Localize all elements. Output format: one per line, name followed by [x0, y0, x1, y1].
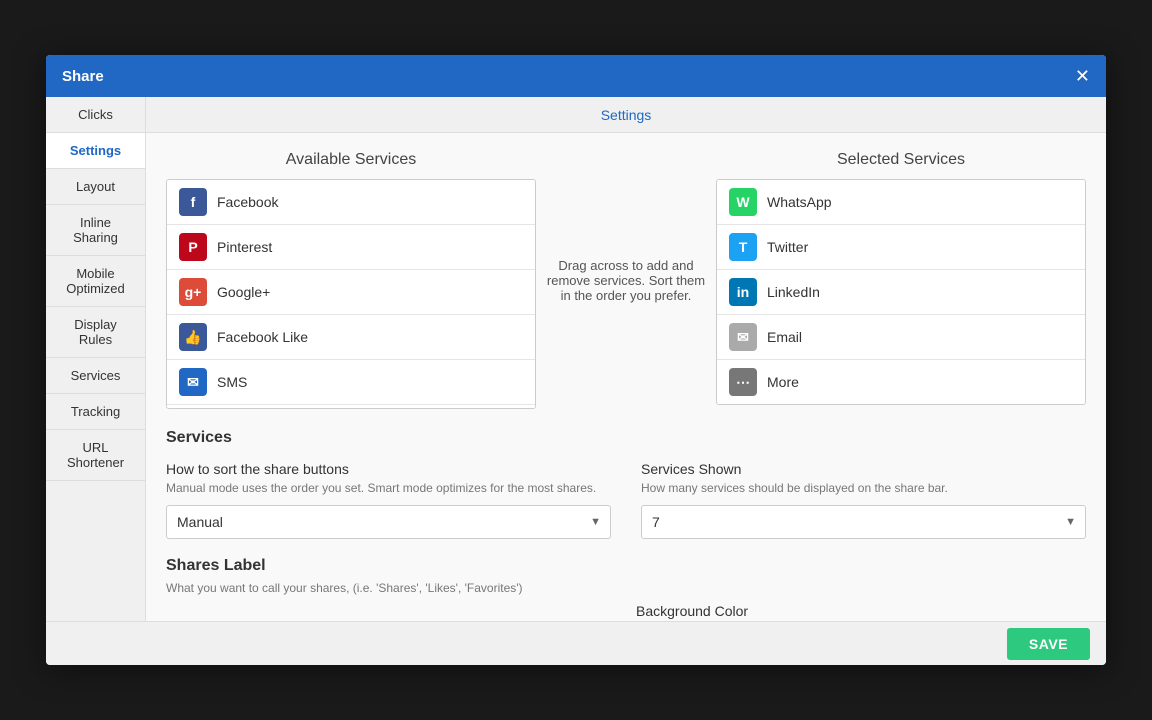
- bg-color-label: Background Color: [636, 603, 1086, 619]
- service-name-sel-linkedin: LinkedIn: [767, 284, 820, 300]
- service-icon-google: g+: [179, 278, 207, 306]
- selected-item-email[interactable]: ✉ Email: [717, 315, 1085, 360]
- services-section: Services How to sort the share buttons M…: [166, 429, 1086, 539]
- selected-list-wrapper: W WhatsApp T Twitter in LinkedIn ✉ Email…: [716, 179, 1086, 405]
- shown-label: Services Shown: [641, 461, 1086, 477]
- sidebar-item-layout[interactable]: Layout: [46, 169, 145, 205]
- modal-footer: SAVE: [46, 621, 1106, 665]
- shares-label-title: Shares Label: [166, 557, 1086, 575]
- service-name-sel-whatsapp: WhatsApp: [767, 194, 832, 210]
- sidebar-item-services[interactable]: Services: [46, 358, 145, 394]
- bg-color-group: Background Color: [636, 603, 1086, 621]
- available-list-wrapper: f Facebook P Pinterest g+ Google+ 👍 Face…: [166, 179, 536, 409]
- sidebar-item-clicks[interactable]: Clicks: [46, 97, 145, 133]
- share-modal: Share ✕ ClicksSettingsLayoutInline Shari…: [46, 55, 1106, 665]
- shown-field-group: Services Shown How many services should …: [641, 461, 1086, 539]
- modal-title: Share: [62, 68, 104, 85]
- available-services-col: Available Services f Facebook P Pinteres…: [166, 151, 536, 409]
- sort-label: How to sort the share buttons: [166, 461, 611, 477]
- service-name-pinterest: Pinterest: [217, 239, 272, 255]
- service-icon-sms: ✉: [179, 368, 207, 396]
- service-name-sel-more: More: [767, 374, 799, 390]
- available-item-pinterest[interactable]: P Pinterest: [167, 225, 535, 270]
- main-content: Settings Available Services f Facebook P…: [146, 97, 1106, 621]
- services-options-row: How to sort the share buttons Manual mod…: [166, 461, 1086, 539]
- service-icon-sel-whatsapp: W: [729, 188, 757, 216]
- sidebar-item-tracking[interactable]: Tracking: [46, 394, 145, 430]
- service-name-sel-email: Email: [767, 329, 802, 345]
- available-item-google[interactable]: g+ Google+: [167, 270, 535, 315]
- selected-services-heading: Selected Services: [837, 151, 965, 169]
- shown-select[interactable]: 5 6 7 8 9 10: [641, 505, 1086, 539]
- service-icon-sel-linkedin: in: [729, 278, 757, 306]
- selected-item-linkedin[interactable]: in LinkedIn: [717, 270, 1085, 315]
- available-services-heading: Available Services: [286, 151, 416, 169]
- service-name-google: Google+: [217, 284, 270, 300]
- sort-select-wrapper: Manual Smart ▼: [166, 505, 611, 539]
- content-area: Available Services f Facebook P Pinteres…: [146, 133, 1106, 621]
- selected-service-list[interactable]: W WhatsApp T Twitter in LinkedIn ✉ Email…: [716, 179, 1086, 405]
- close-button[interactable]: ✕: [1075, 67, 1090, 85]
- save-button[interactable]: SAVE: [1007, 628, 1090, 660]
- service-icon-facebook: f: [179, 188, 207, 216]
- sort-sublabel: Manual mode uses the order you set. Smar…: [166, 481, 611, 495]
- selected-item-whatsapp[interactable]: W WhatsApp: [717, 180, 1085, 225]
- sort-select[interactable]: Manual Smart: [166, 505, 611, 539]
- services-section-title: Services: [166, 429, 1086, 447]
- available-service-list[interactable]: f Facebook P Pinterest g+ Google+ 👍 Face…: [166, 179, 536, 409]
- service-name-facebook: Facebook: [217, 194, 278, 210]
- shares-row: Background Color: [166, 603, 1086, 621]
- selected-item-twitter[interactable]: T Twitter: [717, 225, 1085, 270]
- drag-hint: Drag across to add and remove services. …: [536, 151, 716, 409]
- modal-header: Share ✕: [46, 55, 1106, 97]
- service-icon-sel-twitter: T: [729, 233, 757, 261]
- selected-item-more[interactable]: ⋯ More: [717, 360, 1085, 404]
- shown-select-wrapper: 5 6 7 8 9 10 ▼: [641, 505, 1086, 539]
- service-name-sms: SMS: [217, 374, 247, 390]
- shares-label-sublabel: What you want to call your shares, (i.e.…: [166, 581, 1086, 595]
- sidebar-item-display-rules[interactable]: Display Rules: [46, 307, 145, 358]
- tab-bar: Settings: [146, 97, 1106, 133]
- available-item-facebook-like[interactable]: 👍 Facebook Like: [167, 315, 535, 360]
- service-icon-facebook-like: 👍: [179, 323, 207, 351]
- sidebar-item-mobile-optimized[interactable]: Mobile Optimized: [46, 256, 145, 307]
- sort-field-group: How to sort the share buttons Manual mod…: [166, 461, 611, 539]
- service-icon-sel-more: ⋯: [729, 368, 757, 396]
- available-item-facebook[interactable]: f Facebook: [167, 180, 535, 225]
- sidebar: ClicksSettingsLayoutInline SharingMobile…: [46, 97, 146, 621]
- sidebar-item-url-shortener[interactable]: URL Shortener: [46, 430, 145, 481]
- modal-body: ClicksSettingsLayoutInline SharingMobile…: [46, 97, 1106, 621]
- sidebar-item-inline-sharing[interactable]: Inline Sharing: [46, 205, 145, 256]
- service-icon-pinterest: P: [179, 233, 207, 261]
- shown-sublabel: How many services should be displayed on…: [641, 481, 1086, 495]
- selected-services-col: Selected Services W WhatsApp T Twitter i…: [716, 151, 1086, 409]
- available-item-reddit[interactable]: r Reddit: [167, 405, 535, 409]
- drag-section: Available Services f Facebook P Pinteres…: [166, 151, 1086, 409]
- sidebar-item-settings[interactable]: Settings: [46, 133, 145, 169]
- available-item-sms[interactable]: ✉ SMS: [167, 360, 535, 405]
- service-name-facebook-like: Facebook Like: [217, 329, 308, 345]
- tab-settings-label: Settings: [601, 107, 652, 123]
- service-name-sel-twitter: Twitter: [767, 239, 808, 255]
- shares-label-section: Shares Label What you want to call your …: [166, 557, 1086, 621]
- service-icon-sel-email: ✉: [729, 323, 757, 351]
